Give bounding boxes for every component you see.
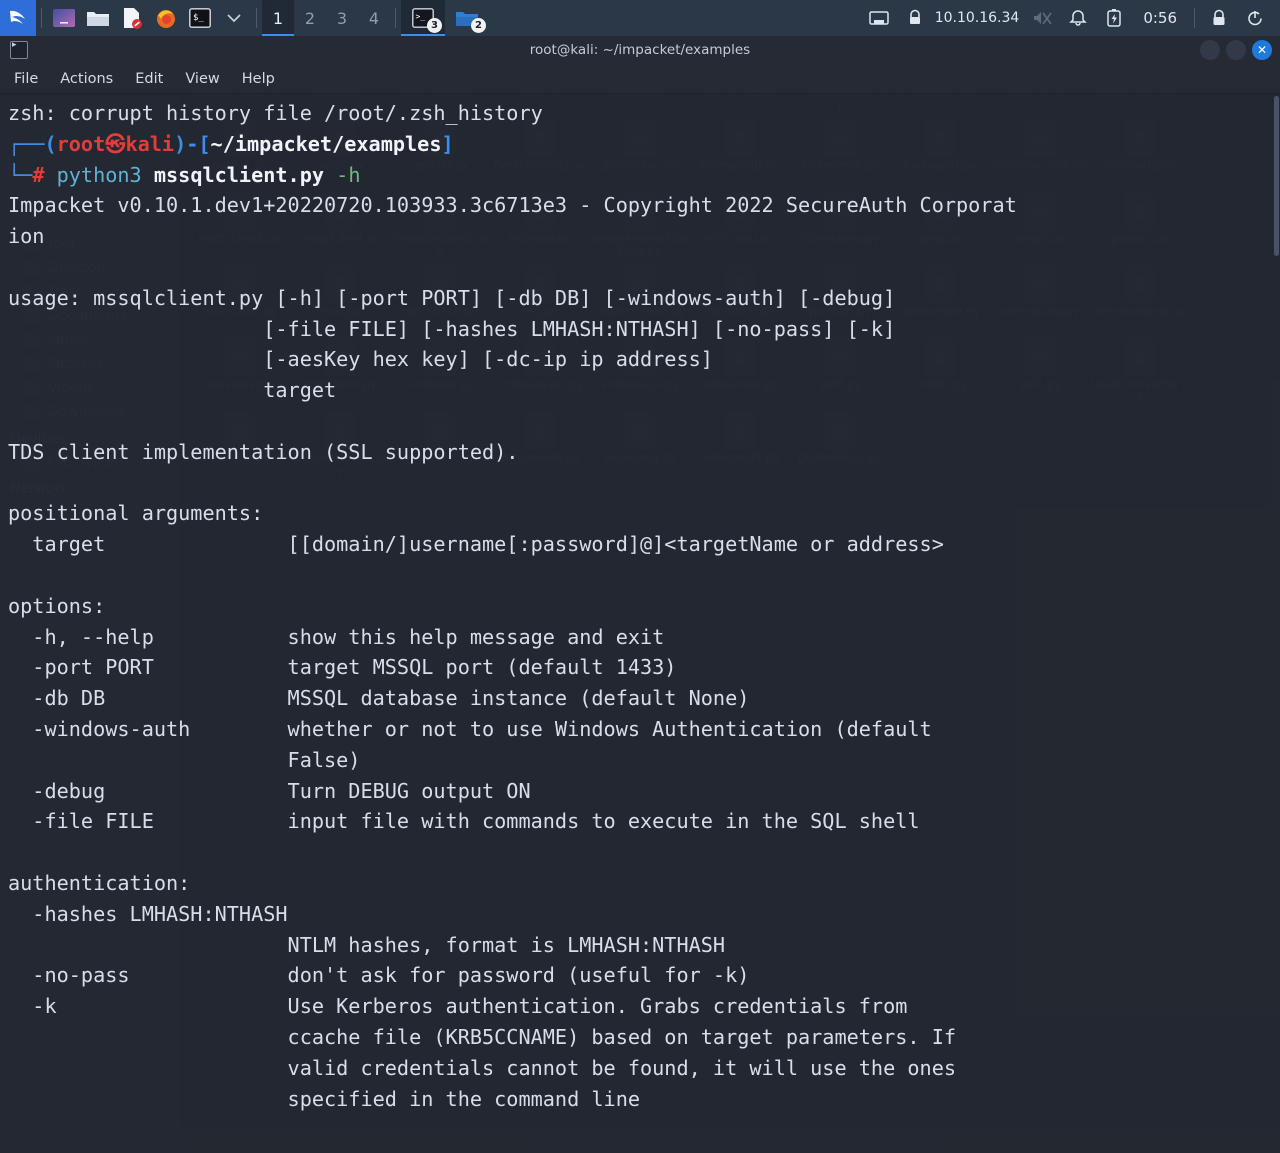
launcher-firefox[interactable] [149,0,183,36]
firefox-icon [157,10,175,28]
workspace-4[interactable]: 4 [358,0,390,36]
battery-charging-icon [1107,9,1122,27]
terminal-scrollbar[interactable] [1273,94,1280,1153]
workspace-3[interactable]: 3 [326,0,358,36]
logout-icon [1248,11,1262,26]
menu-actions[interactable]: Actions [60,71,113,87]
workspace-2[interactable]: 2 [294,0,326,36]
launcher-terminal[interactable]: $_ [183,0,217,36]
tray-notifications[interactable] [1061,0,1095,36]
taskbar-separator-4 [1194,8,1195,28]
workspace-label: 2 [304,8,316,28]
workspace-1[interactable]: 1 [262,0,294,36]
folder-icon [87,12,109,26]
close-button[interactable]: ✕ [1252,40,1272,60]
svg-text:>_: >_ [416,12,426,21]
taskbar-left-group: $_ 1 2 3 4 >_ 3 2 [0,0,489,36]
taskbar-separator-1 [41,8,42,28]
taskbar-window-files[interactable]: 2 [445,0,489,36]
window-count-badge: 2 [471,18,486,33]
terminal-scrollbar-thumb[interactable] [1274,96,1279,256]
launcher-terminal-emulator[interactable] [47,0,81,36]
document-blocked-icon [124,8,142,29]
ethernet-icon [868,11,889,25]
terminal-icon [10,40,28,59]
bell-icon [1069,10,1088,26]
vpn-lock-icon [909,9,920,24]
tray-ip-address: 10.10.16.34 [934,10,1020,26]
tray-logout[interactable] [1238,0,1272,36]
terminal-gradient-icon [53,9,75,27]
taskbar-window-terminal[interactable]: >_ 3 [401,0,445,36]
taskbar-system-tray: 10.10.16.34 0:56 [862,0,1280,36]
close-icon: ✕ [1256,43,1268,57]
menu-help[interactable]: Help [242,71,275,87]
menu-edit[interactable]: Edit [135,71,163,87]
tray-battery[interactable] [1097,0,1131,36]
menu-file[interactable]: File [14,71,38,87]
tray-vpn[interactable] [898,0,932,36]
kali-dragon-icon [10,10,25,24]
launcher-file-manager[interactable] [81,0,115,36]
tray-volume[interactable] [1025,0,1059,36]
tray-clock[interactable]: 0:56 [1133,9,1187,27]
tray-network[interactable] [862,0,896,36]
window-menubar: File Actions Edit View Help [0,64,1280,94]
maximize-button[interactable] [1226,40,1246,60]
workspace-label: 1 [272,8,284,28]
workspace-label: 4 [368,8,380,28]
tray-lock-screen[interactable] [1202,0,1236,36]
chevron-down-icon [227,14,241,23]
taskbar-separator-2 [256,8,257,28]
terminal-window: root@kali: ~/impacket/examples ✕ File Ac… [0,36,1280,1153]
window-titlebar[interactable]: root@kali: ~/impacket/examples ✕ [0,36,1280,64]
padlock-icon [1213,9,1225,25]
window-controls: ✕ [1200,40,1280,60]
svg-text:$_: $_ [193,13,204,23]
terminal-prompt-icon: $_ [189,8,211,28]
terminal-text: zsh: corrupt history file /root/.zsh_his… [8,101,1017,1111]
terminal-output-area[interactable]: zsh: corrupt history file /root/.zsh_his… [0,94,1280,1153]
menu-view[interactable]: View [185,71,219,87]
taskbar-separator-3 [395,8,396,28]
workspace-label: 3 [336,8,348,28]
taskbar: $_ 1 2 3 4 >_ 3 2 10.10.16.34 0:56 [0,0,1280,36]
window-title: root@kali: ~/impacket/examples [529,42,751,58]
kali-menu-button[interactable] [0,0,36,36]
window-count-badge: 3 [427,18,442,33]
minimize-button[interactable] [1200,40,1220,60]
volume-muted-icon [1034,12,1052,25]
launcher-dropdown[interactable] [217,0,251,36]
launcher-text-editor[interactable] [115,0,149,36]
